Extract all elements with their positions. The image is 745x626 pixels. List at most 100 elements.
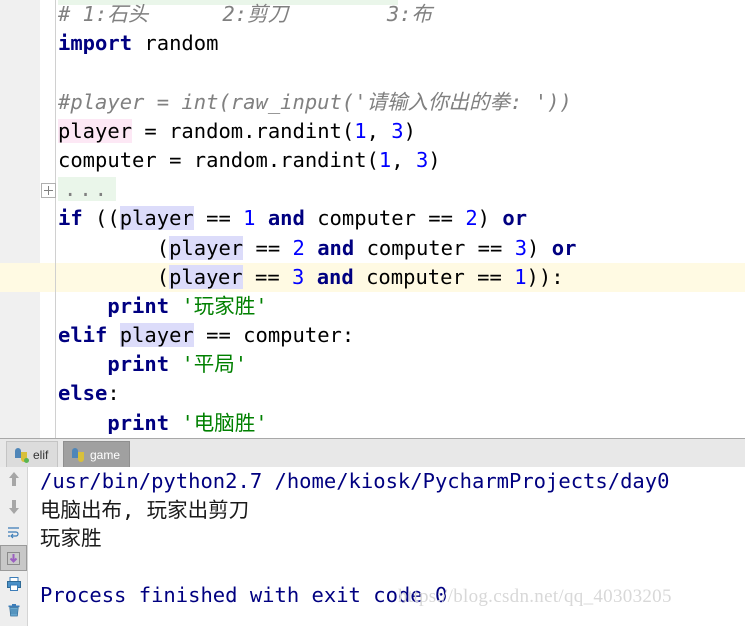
scroll-up-button[interactable] (0, 467, 27, 493)
code-token-write: player (58, 118, 133, 143)
python-file-icon (71, 447, 85, 462)
code-line[interactable]: computer = random.randint(1, 3) (0, 146, 745, 175)
code-token-plain: (( (82, 206, 120, 231)
code-token-keyword: else (58, 381, 108, 406)
code-token-read: er (217, 264, 243, 289)
code-token-comment: #player = int(raw_input('请输入你出的拳: ')) (58, 89, 572, 114)
code-token-number: 2 (465, 206, 478, 231)
code-line[interactable]: player = random.randint(1, 3) (0, 117, 745, 146)
print-button[interactable] (0, 571, 27, 597)
code-token-keyword: or (502, 206, 528, 231)
code-line[interactable]: print '电脑胜' (0, 409, 745, 438)
run-tab-elif[interactable]: elif (6, 441, 59, 467)
code-token-plain: ) (477, 206, 503, 231)
code-token-keyword: if (58, 206, 83, 231)
code-token-number: 1 (354, 118, 367, 143)
code-token-plain: ) (527, 235, 552, 260)
code-token-plain: : (107, 381, 120, 406)
code-token-number: 1 (378, 147, 392, 172)
soft-wrap-button[interactable] (0, 519, 27, 545)
run-tab-label: elif (33, 447, 49, 462)
scroll-to-end-button[interactable] (0, 545, 27, 571)
code-token-plain: = random.randint( (132, 118, 355, 143)
code-token-comment: # 1:石头 2:剪刀 3:布 (58, 2, 433, 26)
watermark-text: https://blog.csdn.net/qq_40303205 (398, 586, 672, 607)
code-token-plain: == computer: (193, 323, 355, 348)
code-token-read: play (169, 264, 219, 289)
code-token-plain: )): (526, 264, 564, 289)
code-line[interactable]: (player == 3 and computer == 1)): (0, 262, 745, 292)
python-file-icon (14, 447, 29, 463)
code-token-plain: , (391, 147, 416, 172)
code-token-plain: computer == (353, 264, 515, 289)
code-token-plain: ) (403, 118, 416, 143)
code-token-plain: ( (58, 235, 170, 260)
code-line[interactable]: if ((player == 1 and computer == 2) or (0, 204, 745, 233)
code-token-plain: computer == (354, 235, 515, 260)
code-token-read: player (119, 206, 194, 231)
scroll-down-button[interactable] (0, 493, 27, 519)
code-token-plain: computer = random.randint( (58, 147, 379, 172)
code-line[interactable]: print '平局' (0, 350, 745, 379)
code-token-plain: == (242, 264, 293, 289)
console-line: 电脑出布, 玩家出剪刀 (40, 497, 250, 522)
code-line[interactable]: #player = int(raw_input('请输入你出的拳: ')) (0, 88, 745, 117)
code-token-string: '电脑胜' (181, 410, 268, 435)
code-token-number: 3 (292, 264, 305, 289)
code-token-keyword: print (107, 293, 170, 318)
code-token-number: 2 (292, 235, 305, 260)
code-token-number: 1 (514, 264, 527, 289)
code-line[interactable]: else: (0, 379, 745, 408)
code-token-string: '平局' (181, 352, 248, 377)
code-token-keyword: or (551, 235, 577, 260)
scroll-to-end-icon (6, 551, 21, 566)
code-token-number: 3 (514, 235, 528, 260)
code-token-keyword: elif (58, 323, 108, 348)
run-configuration-tabs[interactable]: elif game (0, 439, 745, 467)
code-token-plain: == (243, 235, 293, 260)
console-toolbar[interactable] (0, 467, 28, 626)
code-token-plain: random (132, 31, 219, 56)
run-tab-game[interactable]: game (63, 441, 131, 467)
code-token-plain: ) (428, 147, 441, 172)
code-line[interactable]: (player == 2 and computer == 3) or (0, 234, 745, 263)
code-line[interactable] (0, 58, 745, 87)
code-token-keyword: and (267, 206, 305, 231)
code-line[interactable]: # 1:石头 2:剪刀 3:布 (0, 0, 745, 29)
code-token-number: 1 (243, 206, 256, 231)
console-line: /usr/bin/python2.7 /home/kiosk/PycharmPr… (40, 469, 670, 493)
code-token-string: '玩家胜' (181, 293, 268, 318)
code-line[interactable]: ... (0, 175, 745, 204)
clear-all-button[interactable] (0, 597, 27, 623)
code-token-keyword: print (107, 352, 170, 377)
code-text-area[interactable]: # 1:石头 2:剪刀 3:布 import random #player = i… (0, 0, 745, 438)
code-token-keyword: and (317, 235, 355, 260)
expand-fold-icon[interactable] (41, 183, 56, 199)
code-line[interactable]: elif player == computer: (0, 321, 745, 350)
code-token-keyword: import (58, 31, 133, 56)
code-editor[interactable]: # 1:石头 2:剪刀 3:布 import random #player = i… (0, 0, 745, 438)
gutter-separator (55, 0, 56, 438)
printer-icon (6, 576, 22, 592)
code-token-plain: ( (58, 264, 170, 289)
code-token-plain: == (193, 206, 244, 231)
code-token-plain: computer == (304, 206, 466, 231)
code-line[interactable]: import random (0, 29, 745, 58)
console-line: 玩家胜 (40, 526, 102, 550)
code-line[interactable]: print '玩家胜' (0, 292, 745, 321)
trash-icon (6, 602, 22, 618)
code-token-keyword: print (107, 410, 170, 435)
code-token-fold: ... (58, 177, 117, 202)
code-token-number: 3 (391, 118, 404, 143)
